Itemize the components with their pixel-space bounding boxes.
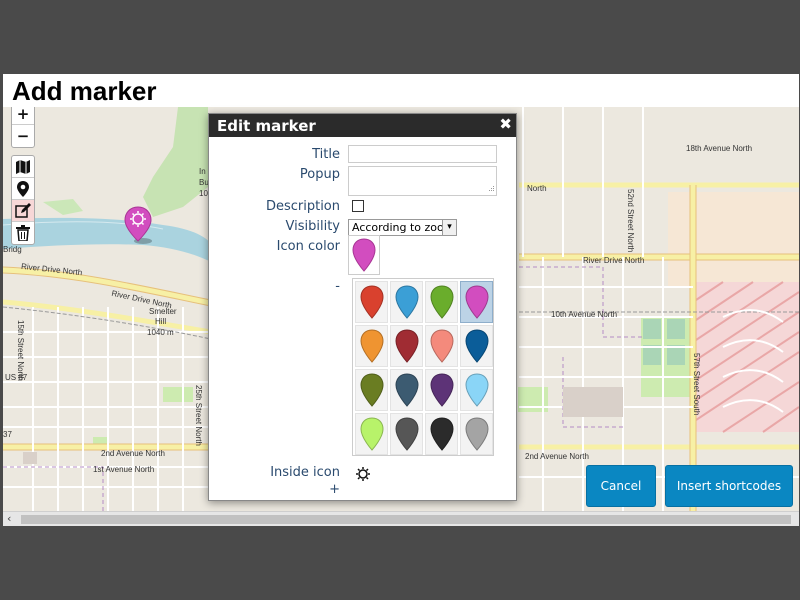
map-label: Bridg <box>3 245 22 254</box>
zoom-control: + − <box>11 107 35 148</box>
color-swatch[interactable] <box>425 325 458 367</box>
map-label: Hill <box>155 317 167 326</box>
title-input[interactable] <box>348 145 497 163</box>
map-label: 2nd Avenue North <box>101 449 165 458</box>
map-label: North <box>527 184 547 193</box>
dialog-title: Edit marker <box>217 117 316 135</box>
map-label: 15th Street North <box>16 320 25 381</box>
visibility-label: Visibility <box>285 219 340 234</box>
color-swatch[interactable] <box>460 281 493 323</box>
map-label: 57th Street South <box>692 353 701 416</box>
color-swatch[interactable] <box>390 325 423 367</box>
color-palette <box>352 278 494 456</box>
insert-shortcodes-button[interactable]: Insert shortcodes <box>665 465 793 507</box>
gear-icon[interactable] <box>356 466 370 485</box>
color-swatch[interactable] <box>355 281 388 323</box>
color-swatch[interactable] <box>355 325 388 367</box>
map-label: 1040 m <box>147 328 174 337</box>
map-label: 1st Avenue North <box>93 465 155 474</box>
title-bar: Add marker <box>3 74 799 107</box>
map-marker-icon[interactable] <box>123 205 153 249</box>
color-swatch[interactable] <box>425 369 458 411</box>
map-label: 10th Avenue North <box>551 310 618 319</box>
scroll-left-arrow[interactable]: ‹ <box>7 512 11 525</box>
scroll-thumb[interactable] <box>21 515 791 524</box>
title-label: Title <box>312 147 340 162</box>
description-checkbox[interactable] <box>352 200 364 212</box>
delete-icon[interactable] <box>12 222 34 244</box>
close-icon[interactable]: ✖ <box>499 115 512 133</box>
color-swatch[interactable] <box>425 413 458 455</box>
map-label: 25th Street North <box>194 385 203 446</box>
dialog-header: Edit marker ✖ <box>209 114 516 137</box>
color-swatch[interactable] <box>425 281 458 323</box>
description-label: Description <box>265 199 340 214</box>
color-swatch[interactable] <box>390 413 423 455</box>
draw-toolbar <box>11 155 35 245</box>
map-label: 18th Avenue North <box>686 144 753 153</box>
map-label: In <box>199 167 206 176</box>
zoom-in-button[interactable]: + <box>12 107 34 125</box>
color-swatch[interactable] <box>390 281 423 323</box>
color-swatch[interactable] <box>355 369 388 411</box>
color-swatch[interactable] <box>390 369 423 411</box>
map-label: 2nd Avenue North <box>525 452 589 461</box>
map-layers-icon[interactable] <box>12 156 34 178</box>
edit-icon[interactable] <box>12 200 34 222</box>
popup-label: Popup <box>299 167 340 182</box>
visibility-select[interactable]: According to zoom ▾ <box>348 219 457 236</box>
popup-textarea[interactable] <box>348 166 497 196</box>
color-swatch[interactable] <box>460 369 493 411</box>
map-label: River Drive North <box>583 256 645 265</box>
visibility-value: According to zoom <box>352 221 455 234</box>
add-inside-icon-button[interactable]: + <box>329 482 340 497</box>
current-icon-preview <box>348 235 380 275</box>
cancel-button[interactable]: Cancel <box>586 465 656 507</box>
icon-color-label: Icon color <box>276 239 340 254</box>
map-label: 52nd Street North <box>626 189 635 253</box>
chevron-down-icon: ▾ <box>442 220 456 235</box>
page-title: Add marker <box>12 76 157 106</box>
edit-marker-dialog: Edit marker ✖ Title Popup Description Vi… <box>208 113 517 501</box>
dash-label: - <box>335 279 340 294</box>
horizontal-scrollbar[interactable]: ‹ <box>3 511 799 526</box>
color-swatch[interactable] <box>355 413 388 455</box>
map-label: 37 <box>3 430 12 439</box>
zoom-out-button[interactable]: − <box>12 125 34 147</box>
inside-icon-label: Inside icon <box>270 465 340 480</box>
add-marker-icon[interactable] <box>12 178 34 200</box>
color-swatch[interactable] <box>460 325 493 367</box>
color-swatch[interactable] <box>460 413 493 455</box>
